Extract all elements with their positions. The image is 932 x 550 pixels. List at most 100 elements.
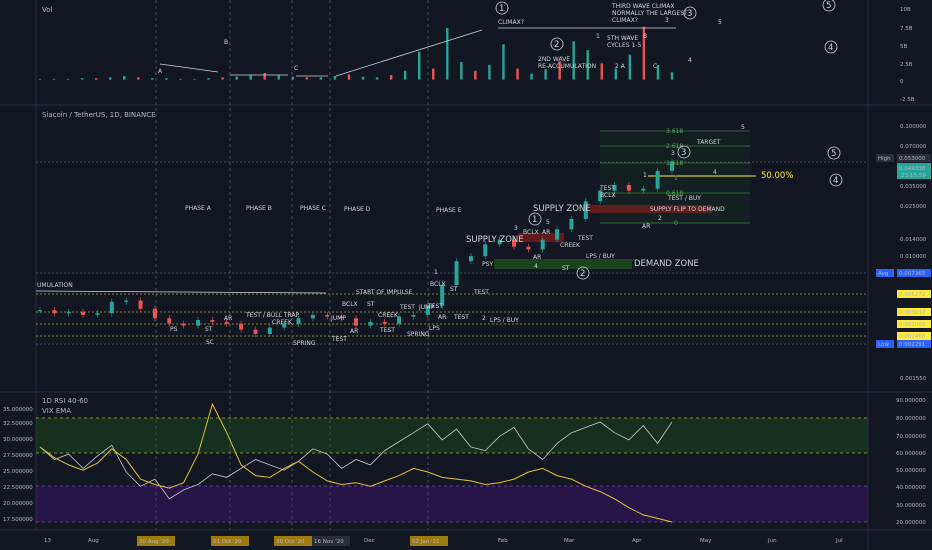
candle bbox=[109, 301, 114, 314]
lbl-ar3: AR bbox=[438, 314, 446, 321]
tag-low-value: 0.002291 bbox=[899, 342, 925, 348]
candle bbox=[641, 188, 646, 191]
lbl-st4: ST bbox=[562, 265, 570, 272]
phase-a: PHASE A bbox=[185, 205, 212, 212]
vol-circle-1: 1 bbox=[499, 4, 504, 14]
rsi-title: 1D RSI 40-60 bbox=[42, 397, 88, 405]
volume-bar bbox=[572, 41, 575, 80]
rsi-right-tick: 70.000000 bbox=[896, 434, 926, 440]
lbl-test-e: TEST bbox=[473, 289, 489, 296]
volume-bar bbox=[207, 78, 210, 80]
phase-e: PHASE E bbox=[436, 207, 462, 214]
time-highlight: 30 Oct '20 bbox=[276, 539, 305, 545]
volume-bar bbox=[94, 78, 98, 80]
time-tick: Apr bbox=[632, 538, 642, 544]
price-tick: 0.001550 bbox=[900, 376, 927, 382]
volume-bar bbox=[418, 51, 421, 80]
candle bbox=[210, 320, 215, 322]
candle bbox=[181, 323, 186, 326]
rsi-left-tick: 25.000000 bbox=[3, 469, 33, 475]
vol-tick: -2.5B bbox=[900, 97, 915, 103]
candle bbox=[38, 310, 42, 312]
lbl-lps-buy2: LPS / BUY bbox=[586, 253, 615, 260]
vol-tick: 5B bbox=[900, 44, 907, 50]
volume-bar bbox=[347, 74, 351, 80]
vol-circle-3: 3 bbox=[687, 9, 692, 19]
volume-bar bbox=[375, 77, 379, 80]
volume-bar bbox=[80, 78, 84, 80]
candle bbox=[354, 318, 358, 326]
time-tick: May bbox=[700, 538, 712, 544]
rsi-right-tick: 60.000000 bbox=[896, 451, 926, 457]
lbl-supply-flip: SUPPLY FLIP TO DEMAND bbox=[650, 206, 725, 213]
lbl-ar6: AR bbox=[642, 223, 650, 230]
volume-bar bbox=[277, 75, 280, 80]
rsi-right-axis: 90.000000 80.000000 70.000000 60.000000 … bbox=[896, 398, 926, 526]
price-circle-1: 1 bbox=[532, 215, 537, 225]
lbl-jump1: JUMP bbox=[330, 315, 346, 322]
candle bbox=[52, 310, 57, 314]
lbl-spring1: SPRING bbox=[293, 340, 316, 347]
tag-v3: 0.003065 bbox=[899, 322, 926, 328]
time-tick: Dec bbox=[364, 538, 375, 544]
volume-bar bbox=[179, 78, 182, 80]
lbl-ar1: AR bbox=[224, 315, 232, 322]
candle bbox=[296, 318, 301, 324]
lbl-fib-3618: 3.618 bbox=[666, 128, 683, 135]
vol-label-third-1: THIRD WAVE CLIMAX bbox=[611, 3, 674, 10]
volume-bar bbox=[614, 68, 618, 80]
volume-bar bbox=[235, 76, 238, 80]
volume-bar bbox=[502, 44, 505, 80]
vol-label-4: 4 bbox=[688, 57, 692, 64]
lbl-creek3: CREEK bbox=[560, 242, 581, 249]
candle bbox=[540, 239, 545, 250]
candle bbox=[655, 170, 660, 189]
vol-label-b: B bbox=[224, 39, 228, 46]
volume-bar bbox=[305, 77, 309, 80]
lbl-test6: TEST bbox=[577, 235, 593, 242]
lbl-fib-1618: 1.618 bbox=[666, 160, 683, 167]
rsi-left-axis: 35.000000 32.500000 30.000000 27.500000 … bbox=[3, 407, 33, 523]
vol-label-cycles: CYCLES 1-5 bbox=[607, 42, 641, 49]
volume-bar bbox=[319, 77, 323, 80]
tag-last-value: 0.049338 bbox=[899, 166, 926, 172]
vol-tick: 7.5B bbox=[900, 26, 913, 32]
volume-bar bbox=[628, 54, 632, 80]
candle bbox=[239, 323, 244, 330]
vol-tick: 10B bbox=[900, 7, 911, 13]
lbl-fib-0: 0 bbox=[674, 220, 678, 227]
vol-label-2a: 2 A bbox=[615, 63, 626, 70]
lbl-test2: TEST bbox=[379, 327, 395, 334]
volume-bar bbox=[193, 78, 196, 80]
rsi-lower-band bbox=[36, 486, 868, 522]
candle bbox=[368, 321, 373, 326]
time-tick: Mar bbox=[564, 538, 575, 544]
lbl-demand-zone: DEMAND ZONE bbox=[634, 259, 699, 269]
lbl-st3: ST bbox=[450, 286, 458, 293]
vol-label-2nd-wave: 2ND WAVE bbox=[538, 56, 570, 63]
lbl-3a: 3 bbox=[514, 225, 518, 232]
candle bbox=[411, 314, 416, 317]
candle bbox=[167, 318, 172, 324]
volume-bar bbox=[670, 72, 674, 80]
volume-bar bbox=[38, 78, 42, 80]
lbl-test-bull-trap: TEST / BULL TRAP bbox=[245, 312, 300, 319]
lbl-start-impulse: START OF IMPULSE bbox=[356, 289, 413, 296]
lbl-test3: TEST bbox=[399, 304, 415, 311]
candle bbox=[267, 327, 272, 334]
volume-bar bbox=[263, 72, 266, 80]
rsi-upper-band bbox=[36, 418, 868, 453]
candle bbox=[310, 314, 315, 319]
lbl-creek1: CREEK bbox=[272, 319, 293, 326]
price-pane-title: Siacoin / TetherUS, 1D, BINANCE bbox=[42, 111, 156, 119]
rsi-left-tick: 30.000000 bbox=[3, 437, 33, 443]
rsi-right-tick: 30.000000 bbox=[896, 503, 926, 509]
lbl-3b: 3 bbox=[671, 150, 675, 157]
trading-chart[interactable]: Vol 10B 7.5B 5B 2.5B 0 -2.5B A B C CLIMA… bbox=[0, 0, 932, 550]
vol-label-reaccum: RE-ACCUMULATION bbox=[538, 63, 596, 70]
time-tick: Aug bbox=[88, 538, 99, 544]
price-circle-3: 3 bbox=[681, 148, 686, 158]
tag-avg-label: Avg bbox=[878, 271, 888, 277]
candle bbox=[569, 218, 574, 230]
vol-label-climax: CLIMAX? bbox=[498, 19, 524, 26]
